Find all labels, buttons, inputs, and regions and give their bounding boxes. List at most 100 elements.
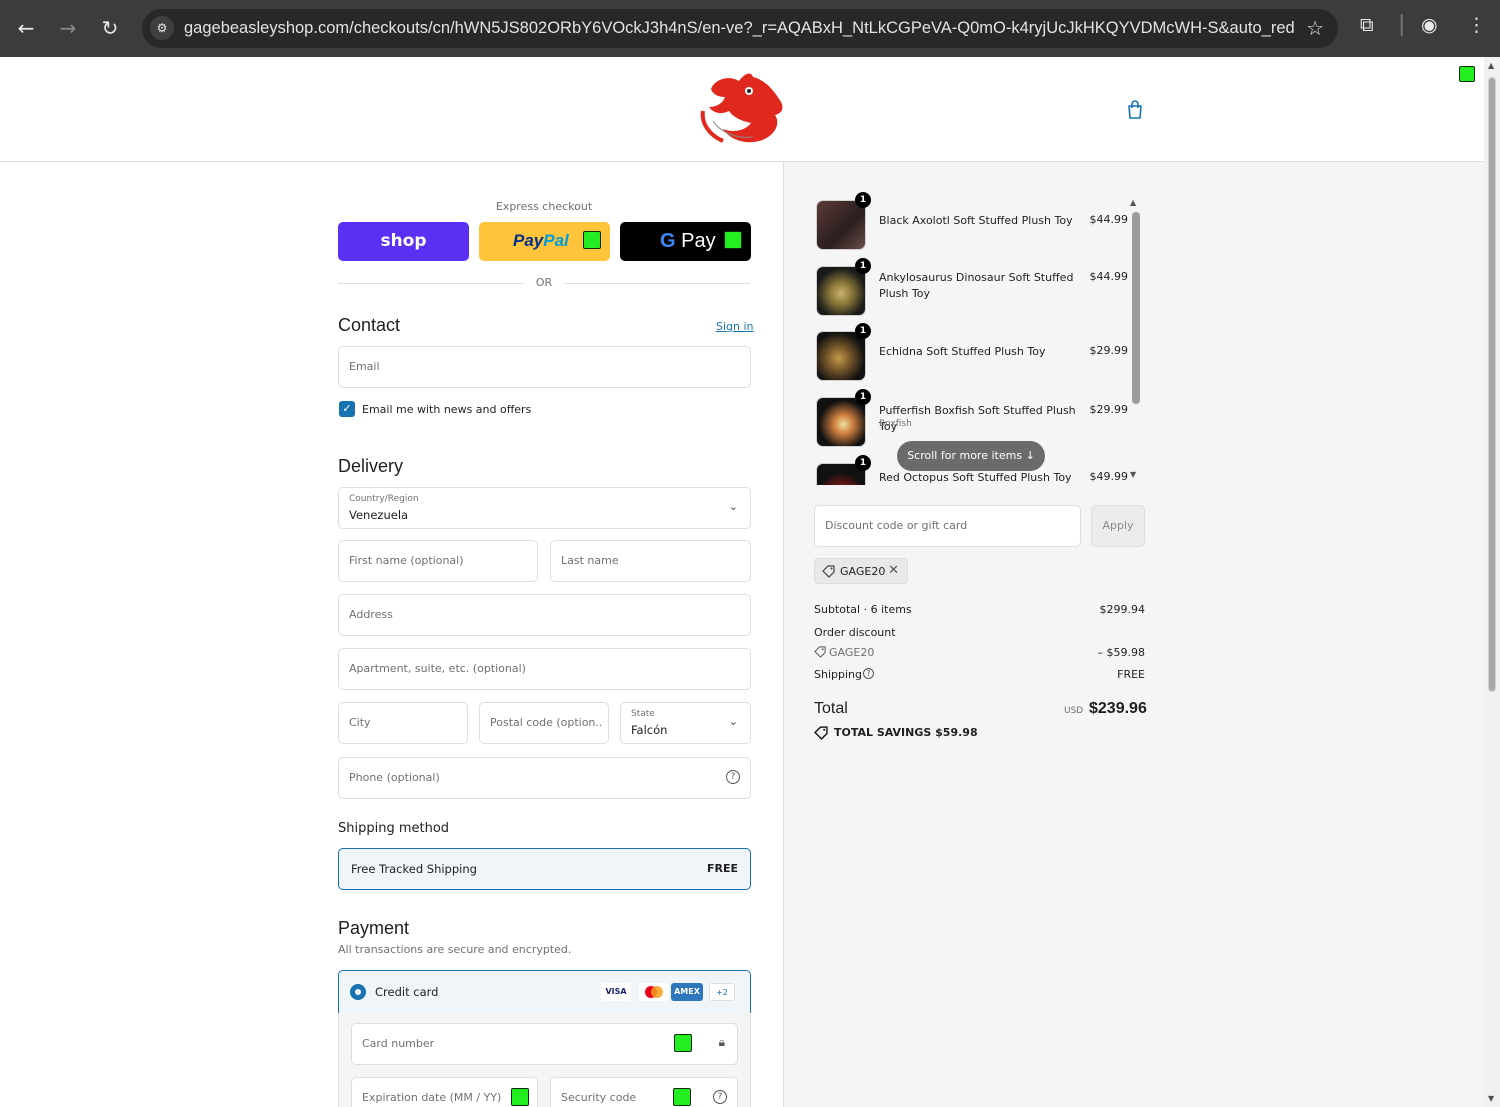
address-bar[interactable]: ⚙ gagebeasleyshop.com/checkouts/cn/hWN5J… bbox=[142, 9, 1338, 48]
country-select[interactable]: Country/Region Venezuela ⌄ bbox=[338, 487, 751, 529]
reload-icon[interactable]: ↻ bbox=[96, 14, 124, 42]
news-checkbox[interactable]: ✓ bbox=[339, 401, 355, 417]
subtotal-value: $299.94 bbox=[1099, 603, 1146, 616]
product-thumbnail bbox=[816, 397, 866, 447]
tag-icon bbox=[814, 646, 826, 658]
credit-card-radio[interactable] bbox=[350, 984, 366, 1000]
scroll-down-arrow-icon[interactable]: ▼ bbox=[1130, 470, 1136, 479]
forward-icon[interactable]: → bbox=[54, 14, 82, 42]
visa-icon: VISA bbox=[601, 983, 631, 1001]
or-label: OR bbox=[535, 276, 553, 289]
product-thumbnail bbox=[816, 331, 866, 381]
shop-header bbox=[0, 57, 1484, 162]
security-code-field[interactable]: Security code ? bbox=[550, 1077, 738, 1107]
phone-field[interactable]: Phone (optional) ? bbox=[338, 757, 751, 799]
last-name-field[interactable]: Last name bbox=[550, 540, 751, 582]
back-icon[interactable]: ← bbox=[12, 14, 40, 42]
paypal-label-part1: Pay bbox=[513, 231, 544, 250]
cart-item: 1 Pufferfish Boxfish Soft Stuffed Plush … bbox=[814, 389, 1146, 447]
payment-heading: Payment bbox=[338, 918, 410, 938]
site-settings-icon[interactable]: ⚙ bbox=[150, 16, 174, 40]
status-marker bbox=[724, 231, 742, 249]
shipping-method-heading: Shipping method bbox=[338, 821, 450, 836]
credit-card-panel: Card number 🔒︎ Expiration date (MM / YY)… bbox=[338, 1013, 751, 1107]
savings-value: $59.98 bbox=[935, 726, 978, 739]
card-number-field[interactable]: Card number 🔒︎ bbox=[351, 1023, 738, 1065]
total-label: Total bbox=[814, 700, 848, 717]
cart-item: 1 Black Axolotl Soft Stuffed Plush Toy $… bbox=[814, 192, 1146, 250]
page-scrollbar-thumb[interactable] bbox=[1488, 77, 1496, 692]
page-scrollbar[interactable]: ▲ ▼ bbox=[1484, 57, 1500, 1107]
status-marker bbox=[674, 1034, 692, 1052]
express-checkout-title: Express checkout bbox=[495, 200, 593, 213]
order-discount-label: Order discount bbox=[814, 626, 896, 639]
postal-code-field[interactable]: Postal code (option... bbox=[479, 702, 609, 744]
product-thumbnail bbox=[816, 266, 866, 316]
address-placeholder: Address bbox=[349, 608, 393, 621]
product-price: $44.99 bbox=[1089, 270, 1129, 283]
email-field[interactable]: Email bbox=[338, 346, 751, 388]
first-name-field[interactable]: First name (optional) bbox=[338, 540, 538, 582]
quantity-badge: 1 bbox=[855, 192, 871, 208]
contact-heading: Contact bbox=[338, 315, 401, 335]
address-field[interactable]: Address bbox=[338, 594, 751, 636]
remove-discount-icon[interactable]: ✕ bbox=[888, 563, 899, 578]
savings-label: TOTAL SAVINGS bbox=[834, 726, 932, 739]
product-price: $29.99 bbox=[1089, 403, 1129, 416]
url-text[interactable]: gagebeasleyshop.com/checkouts/cn/hWN5JS8… bbox=[184, 19, 1294, 38]
cart-item: 1 Ankylosaurus Dinosaur Soft Stuffed Plu… bbox=[814, 258, 1146, 316]
menu-icon[interactable]: ⋮ bbox=[1467, 14, 1486, 36]
google-pay-button[interactable]: G Pay bbox=[620, 222, 751, 261]
shop-pay-button[interactable]: shop bbox=[338, 222, 469, 261]
help-icon[interactable]: ? bbox=[863, 668, 874, 679]
cart-bag-icon[interactable] bbox=[1124, 99, 1146, 121]
state-select[interactable]: State Falcón ⌄ bbox=[620, 702, 751, 744]
extensions-icon[interactable]: ⧉ bbox=[1360, 14, 1374, 36]
discount-code-input[interactable]: Discount code or gift card bbox=[814, 505, 1081, 547]
amex-icon: AMEX bbox=[671, 983, 703, 1001]
sign-in-link[interactable]: Sign in bbox=[716, 320, 754, 333]
chevron-down-icon: ⌄ bbox=[728, 500, 738, 513]
expiration-field[interactable]: Expiration date (MM / YY) bbox=[351, 1077, 538, 1107]
last-name-placeholder: Last name bbox=[561, 554, 619, 567]
cart-scrollbar-thumb[interactable] bbox=[1132, 212, 1140, 404]
status-marker bbox=[1459, 66, 1475, 82]
lock-icon: 🔒︎ bbox=[718, 1035, 725, 1049]
quantity-badge: 1 bbox=[855, 455, 871, 471]
product-price: $44.99 bbox=[1089, 213, 1129, 226]
phone-placeholder: Phone (optional) bbox=[349, 771, 440, 784]
product-price: $49.99 bbox=[1089, 470, 1129, 483]
quantity-badge: 1 bbox=[855, 389, 871, 405]
total-currency: USD bbox=[1064, 706, 1084, 716]
expiration-placeholder: Expiration date (MM / YY) bbox=[362, 1091, 502, 1104]
shop-logo[interactable] bbox=[693, 71, 791, 147]
credit-card-option[interactable]: Credit card VISA AMEX +2 bbox=[338, 970, 751, 1014]
city-placeholder: City bbox=[349, 716, 371, 729]
apartment-field[interactable]: Apartment, suite, etc. (optional) bbox=[338, 648, 751, 690]
profile-icon[interactable]: ◉ bbox=[1421, 14, 1438, 36]
apply-discount-button[interactable]: Apply bbox=[1091, 505, 1145, 547]
product-price: $29.99 bbox=[1089, 344, 1129, 357]
payment-note: All transactions are secure and encrypte… bbox=[338, 943, 572, 956]
credit-card-label: Credit card bbox=[375, 985, 439, 999]
security-code-placeholder: Security code bbox=[561, 1091, 637, 1104]
city-field[interactable]: City bbox=[338, 702, 468, 744]
help-icon[interactable]: ? bbox=[713, 1090, 727, 1104]
shipping-value: FREE bbox=[1117, 668, 1145, 681]
cart-item: 1 Echidna Soft Stuffed Plush Toy $29.99 bbox=[814, 323, 1146, 381]
state-value: Falcón bbox=[631, 723, 668, 737]
scroll-up-arrow-icon[interactable]: ▲ bbox=[1130, 198, 1136, 207]
scroll-more-button[interactable]: Scroll for more items ↓ bbox=[897, 441, 1045, 471]
discount-code-label: GAGE20 bbox=[829, 646, 875, 659]
card-number-placeholder: Card number bbox=[362, 1037, 435, 1050]
help-icon[interactable]: ? bbox=[726, 770, 740, 784]
product-name: Echidna Soft Stuffed Plush Toy bbox=[879, 345, 1046, 358]
bookmark-star-icon[interactable]: ☆ bbox=[1306, 16, 1324, 40]
paypal-button[interactable]: PayPal bbox=[479, 222, 610, 261]
status-marker bbox=[511, 1088, 529, 1106]
shipping-option[interactable]: Free Tracked Shipping FREE bbox=[338, 848, 751, 890]
scroll-down-arrow-icon[interactable]: ▼ bbox=[1488, 1094, 1494, 1103]
status-marker bbox=[583, 231, 601, 249]
tag-icon bbox=[822, 565, 835, 578]
scroll-up-arrow-icon[interactable]: ▲ bbox=[1488, 61, 1494, 70]
